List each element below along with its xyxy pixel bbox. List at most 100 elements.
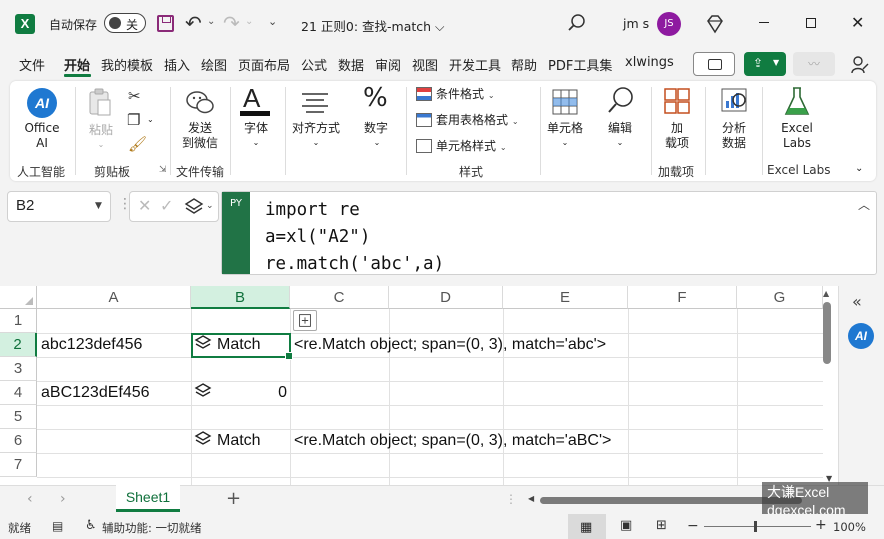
cell-a4[interactable]: aBC123dEf456 (41, 381, 150, 405)
column-header-a[interactable]: A (37, 286, 191, 309)
zoom-slider-handle[interactable] (754, 521, 757, 532)
undo-icon[interactable]: ↶ (185, 11, 202, 35)
paste-dropdown-icon[interactable]: ⌄ (96, 137, 106, 152)
analyze-data-button[interactable]: 分析 数据 (716, 121, 752, 151)
sheet-tab-sheet1[interactable]: Sheet1 (116, 485, 180, 512)
column-header-f[interactable]: F (628, 286, 737, 309)
editing-dropdown-icon[interactable]: ⌄ (614, 135, 626, 150)
add-sheet-icon[interactable]: + (226, 488, 241, 509)
people-icon[interactable] (850, 55, 870, 75)
paste-button[interactable]: 粘贴 (86, 123, 116, 138)
save-icon[interactable] (157, 15, 174, 32)
close-icon[interactable]: ✕ (851, 13, 864, 32)
paste-icon[interactable] (87, 88, 113, 118)
view-normal-button[interactable]: ▦ (568, 514, 606, 539)
python-mode-badge[interactable]: PY (222, 192, 250, 274)
vertical-scrollbar[interactable] (823, 302, 831, 364)
tab-view[interactable]: 视图 (412, 55, 438, 74)
zoom-in-icon[interactable]: + (815, 517, 827, 533)
excel-labs-button[interactable]: Excel Labs (775, 121, 819, 151)
row-header-1[interactable]: 1 (0, 309, 37, 333)
addins-button[interactable]: 加 载项 (660, 121, 694, 151)
format-painter-icon[interactable]: 🖌 (128, 135, 147, 153)
cells-button[interactable]: 单元格 (542, 121, 588, 136)
select-all-corner[interactable] (0, 286, 37, 309)
row-header-7[interactable]: 7 (0, 453, 37, 477)
tab-split-handle-icon[interactable]: ⋮ (505, 492, 517, 506)
copy-icon[interactable]: ❐ (127, 111, 140, 129)
tab-home[interactable]: 开始 (64, 55, 90, 74)
collapse-formula-bar-icon[interactable]: ︿ (858, 196, 870, 213)
row-header-2[interactable]: 2 (0, 333, 37, 357)
row-header-5[interactable]: 5 (0, 405, 37, 429)
formula-editor[interactable]: PY import re a=xl("A2") re.match('abc',a… (221, 191, 877, 275)
formula-code[interactable]: import re a=xl("A2") re.match('abc',a) (265, 197, 444, 278)
insert-data-icon[interactable] (293, 310, 317, 331)
scroll-left-icon[interactable]: ◀ (528, 494, 534, 503)
tab-developer[interactable]: 开发工具 (449, 55, 501, 74)
tab-draw[interactable]: 绘图 (201, 55, 227, 74)
send-to-wechat-button[interactable]: 发送 到微信 (177, 121, 223, 151)
editing-button[interactable]: 编辑 (602, 121, 638, 136)
cut-icon[interactable]: ✂ (128, 87, 141, 105)
column-header-g[interactable]: G (737, 286, 823, 309)
tab-review[interactable]: 审阅 (375, 55, 401, 74)
alignment-button[interactable]: 对齐方式 (289, 121, 343, 136)
zoom-out-icon[interactable]: − (687, 518, 699, 534)
tab-formulas[interactable]: 公式 (301, 55, 327, 74)
ribbon-collapse-icon[interactable]: ⌄ (855, 163, 863, 174)
accessibility-status[interactable]: 辅助功能: 一切就绪 (102, 520, 202, 536)
row-header-6[interactable]: 6 (0, 429, 37, 453)
tab-data[interactable]: 数据 (338, 55, 364, 74)
office-ai-button[interactable]: Office AI (16, 121, 68, 151)
maximize-icon[interactable] (806, 18, 816, 28)
cancel-icon[interactable]: ✕ (138, 196, 151, 215)
tab-file[interactable]: 文件 (19, 55, 45, 74)
column-header-e[interactable]: E (503, 286, 628, 309)
scroll-up-icon[interactable]: ▲ (823, 289, 829, 298)
page-break-view-icon[interactable]: ⊞ (656, 518, 667, 533)
autosave-toggle[interactable]: 关 (104, 13, 146, 33)
font-dropdown-icon[interactable]: ⌄ (250, 135, 262, 150)
document-title[interactable]: 21 正则0: 查找-match ⌵ (301, 16, 445, 35)
tab-help[interactable]: 帮助 (511, 55, 537, 74)
row-header-4[interactable]: 4 (0, 381, 37, 405)
zoom-level[interactable]: 100% (833, 520, 866, 534)
cell-a2[interactable]: abc123def456 (41, 333, 142, 357)
cell-b4[interactable]: 0 (191, 381, 287, 405)
avatar[interactable]: JS (657, 12, 681, 36)
macro-record-icon[interactable]: ▤ (52, 519, 63, 533)
name-box[interactable]: B2 ▼ (7, 191, 111, 222)
page-layout-view-icon[interactable]: ▣ (620, 518, 632, 533)
column-header-c[interactable]: C (290, 286, 389, 309)
catch-up-button[interactable]: 〰 (793, 52, 835, 76)
search-icon[interactable] (567, 13, 587, 33)
accessibility-icon[interactable]: ♿ (85, 518, 97, 533)
tab-pdf-tools[interactable]: PDF工具集 (548, 55, 612, 74)
dialog-launcher-icon[interactable]: ⇲ (159, 165, 167, 175)
column-header-b[interactable]: B (191, 286, 290, 309)
expand-pane-icon[interactable]: « (852, 292, 862, 311)
redo-icon[interactable]: ↷ (223, 11, 240, 35)
undo-dropdown-icon[interactable]: ⌄ (207, 16, 215, 27)
redo-dropdown-icon[interactable]: ⌄ (245, 16, 253, 27)
enter-icon[interactable]: ✓ (160, 196, 173, 215)
minimize-icon[interactable] (759, 22, 769, 23)
prev-sheet-icon[interactable]: ‹ (27, 491, 33, 507)
copy-dropdown-icon[interactable]: ⌄ (147, 115, 154, 124)
tab-xlwings[interactable]: xlwings (625, 55, 674, 70)
row-header-3[interactable]: 3 (0, 357, 37, 381)
python-output-icon[interactable] (184, 197, 204, 217)
alignment-dropdown-icon[interactable]: ⌄ (310, 135, 322, 150)
comments-button[interactable] (693, 52, 735, 76)
tab-insert[interactable]: 插入 (164, 55, 190, 74)
diamond-icon[interactable] (704, 13, 726, 35)
wechat-icon[interactable] (185, 89, 215, 117)
cells-dropdown-icon[interactable]: ⌄ (559, 135, 571, 150)
number-button[interactable]: 数字 (360, 121, 392, 136)
number-dropdown-icon[interactable]: ⌄ (371, 135, 383, 150)
next-sheet-icon[interactable]: › (60, 491, 66, 507)
column-header-d[interactable]: D (389, 286, 503, 309)
customize-qat-icon[interactable]: ⌄ (268, 15, 277, 28)
zoom-slider[interactable] (704, 526, 811, 527)
